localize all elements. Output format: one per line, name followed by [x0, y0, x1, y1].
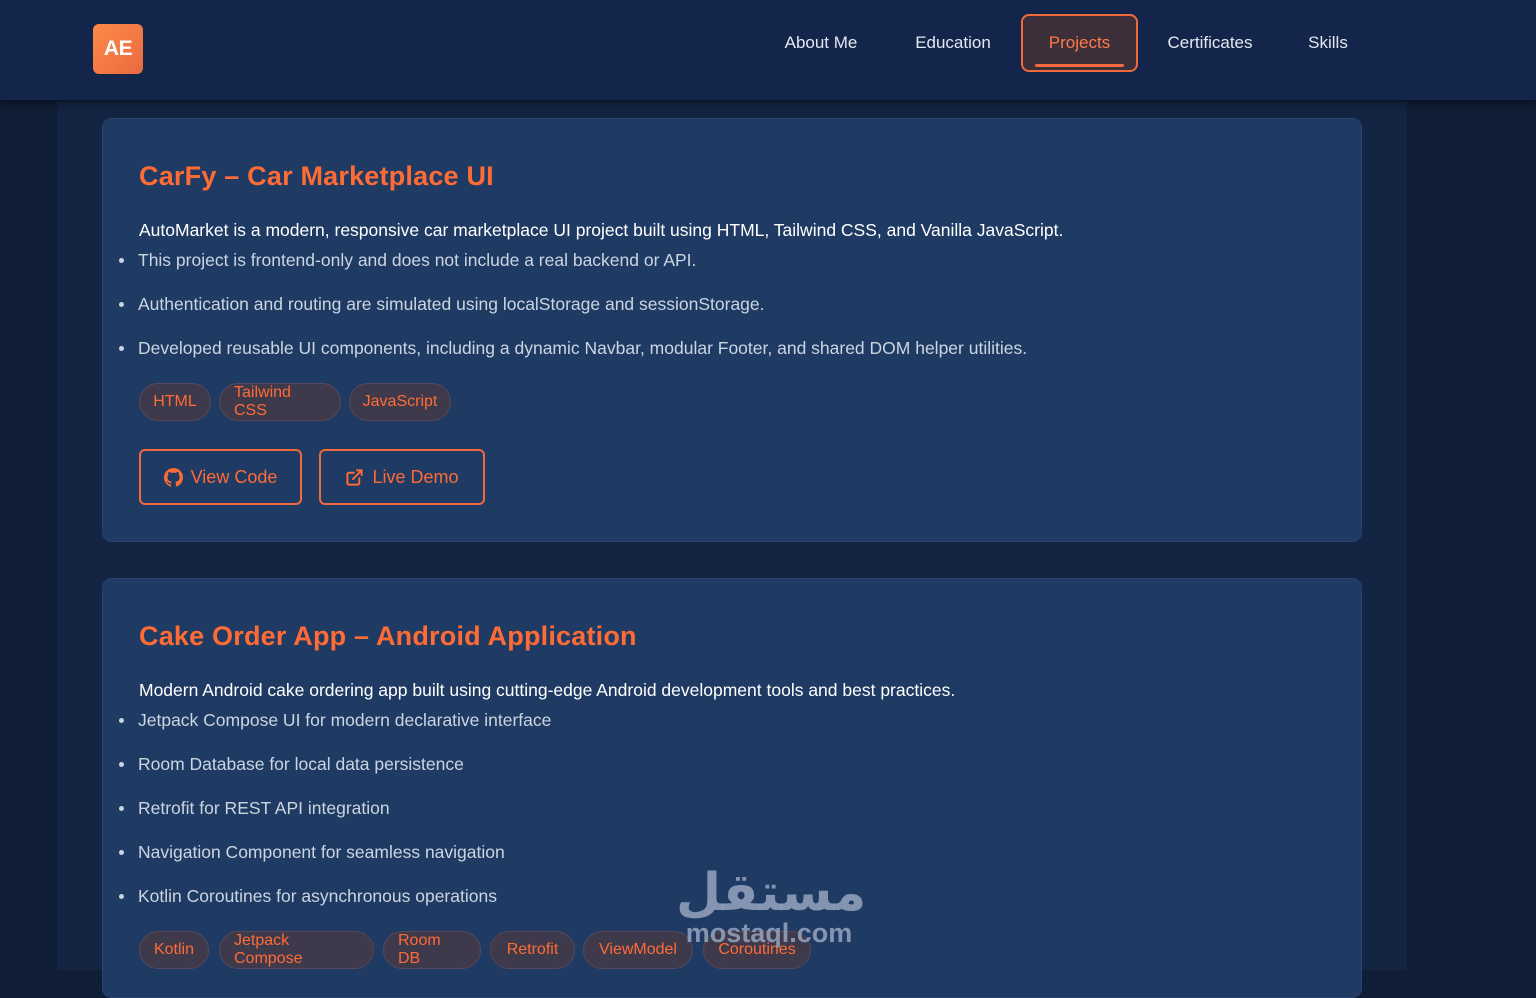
bullet-dot [119, 302, 124, 307]
live-demo-label: Live Demo [372, 466, 459, 487]
tech-tag: ViewModel [583, 931, 693, 969]
tech-tag: Kotlin [139, 931, 209, 969]
external-link-icon [346, 468, 364, 486]
bullet-dot [119, 894, 124, 899]
tech-tag: Jetpack Compose [219, 931, 374, 969]
list-item: Room Database for local data persistence [119, 754, 464, 775]
github-icon [163, 467, 183, 487]
list-item: Developed reusable UI components, includ… [119, 338, 1027, 359]
nav-item-projects-label: Projects [1048, 33, 1111, 52]
project-title: CarFy – Car Marketplace UI [139, 161, 494, 191]
project-description: Modern Android cake ordering app built u… [139, 680, 956, 700]
nav-item-projects[interactable]: Projects [1021, 14, 1138, 72]
live-demo-button[interactable]: Live Demo [319, 449, 485, 505]
list-item: Authentication and routing are simulated… [119, 294, 765, 315]
list-item-text: Jetpack Compose UI for modern declarativ… [138, 710, 552, 730]
list-item: This project is frontend-only and does n… [119, 250, 696, 271]
list-item: Jetpack Compose UI for modern declarativ… [119, 710, 551, 731]
bullet-dot [119, 850, 124, 855]
navbar: AE About Me Education Projects Certifica… [0, 0, 1536, 100]
nav-item-education[interactable]: Education [896, 14, 1010, 72]
list-item: Kotlin Coroutines for asynchronous opera… [119, 886, 497, 907]
project-card-cake-order: Cake Order App – Android Application Mod… [102, 578, 1362, 998]
bullet-dot [119, 762, 124, 767]
bullet-dot [119, 806, 124, 811]
tech-tag: Tailwind CSS [219, 383, 341, 421]
list-item-text: Kotlin Coroutines for asynchronous opera… [138, 886, 497, 906]
tech-tag: JavaScript [349, 383, 451, 421]
list-item-text: Navigation Component for seamless naviga… [138, 842, 505, 862]
view-code-label: View Code [190, 466, 278, 487]
tech-tag: Room DB [383, 931, 481, 969]
nav-item-certificates[interactable]: Certificates [1150, 14, 1270, 72]
active-indicator [1035, 64, 1124, 67]
nav-item-about-me[interactable]: About Me [762, 14, 880, 72]
list-item: Retrofit for REST API integration [119, 798, 390, 819]
logo[interactable]: AE [93, 24, 143, 74]
bullet-dot [119, 258, 124, 263]
bullet-dot [119, 346, 124, 351]
tech-tag: Retrofit [490, 931, 575, 969]
project-title: Cake Order App – Android Application [139, 621, 637, 651]
nav-item-skills[interactable]: Skills [1294, 14, 1362, 72]
project-description: AutoMarket is a modern, responsive car m… [139, 220, 1064, 240]
list-item-text: Room Database for local data persistence [138, 754, 464, 774]
tech-tag: HTML [139, 383, 211, 421]
list-item: Navigation Component for seamless naviga… [119, 842, 505, 863]
view-code-button[interactable]: View Code [139, 449, 302, 505]
list-item-text: Retrofit for REST API integration [138, 798, 390, 818]
list-item-text: This project is frontend-only and does n… [138, 250, 697, 270]
bullet-dot [119, 718, 124, 723]
tech-tag: Coroutines [703, 931, 811, 969]
list-item-text: Authentication and routing are simulated… [138, 294, 765, 314]
project-card-carfy: CarFy – Car Marketplace UI AutoMarket is… [102, 118, 1362, 542]
list-item-text: Developed reusable UI components, includ… [138, 338, 1028, 358]
